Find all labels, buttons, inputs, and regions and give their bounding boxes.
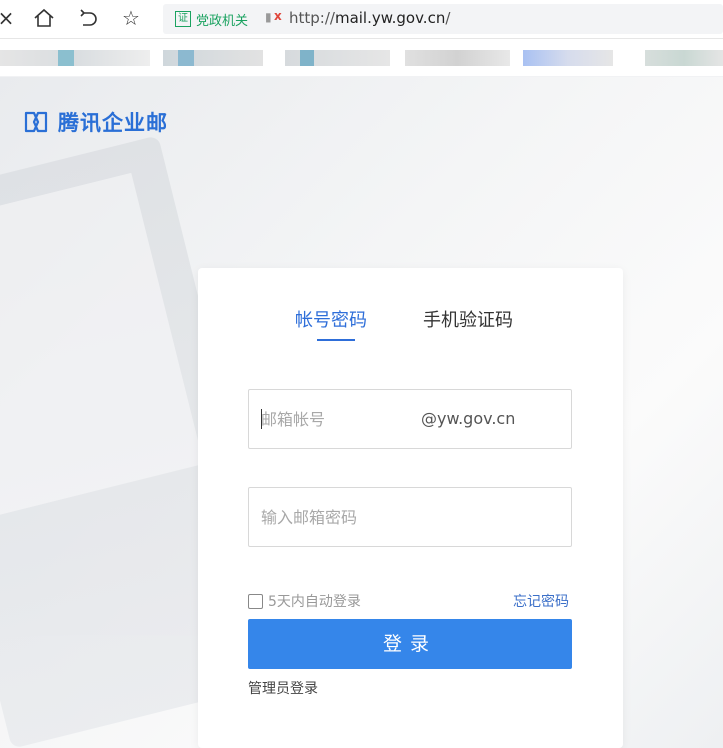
- bookmark-icon: [300, 50, 314, 66]
- url-suffix: /: [445, 9, 451, 27]
- login-card: 帐号密码 手机验证码 @yw.gov.cn 5天内自动登录 忘记密码 登录 管理…: [198, 268, 623, 748]
- forgot-password-link[interactable]: 忘记密码: [513, 591, 569, 611]
- password-field[interactable]: [248, 487, 572, 547]
- login-button[interactable]: 登录: [248, 619, 572, 669]
- tencent-exmail-logo[interactable]: 腾讯企业邮: [24, 107, 168, 137]
- lock-icon: ▮: [265, 10, 272, 24]
- password-input[interactable]: [261, 488, 561, 546]
- account-domain-suffix: @yw.gov.cn: [421, 409, 516, 428]
- bookmark-item[interactable]: [523, 50, 613, 66]
- bookmarks-bar: [0, 39, 723, 76]
- active-tab-indicator: [317, 339, 355, 341]
- auto-login-checkbox[interactable]: [248, 593, 263, 609]
- browser-toolbar: × ☆ 证 党政机关 ▮ x http://mail.yw.gov.cn/: [0, 0, 723, 39]
- logo-text: 腾讯企业邮: [58, 111, 168, 135]
- insecure-icon: x: [274, 9, 282, 23]
- bookmark-item[interactable]: [645, 50, 723, 66]
- logo-mark-icon: [24, 111, 48, 133]
- url-prefix: http://: [289, 9, 335, 27]
- close-icon[interactable]: ×: [0, 6, 18, 30]
- home-icon[interactable]: [32, 6, 56, 30]
- auto-login-label: 5天内自动登录: [268, 594, 361, 610]
- bookmark-item[interactable]: [405, 50, 510, 66]
- undo-icon[interactable]: [76, 6, 100, 30]
- tab-sms-code[interactable]: 手机验证码: [423, 306, 513, 332]
- login-page: 腾讯企业邮 帐号密码 手机验证码 @yw.gov.cn 5天内自动登录 忘记密码…: [0, 77, 723, 748]
- address-bar[interactable]: 证 党政机关 ▮ x http://mail.yw.gov.cn/: [163, 4, 723, 34]
- background-laptop-screen: [0, 172, 204, 520]
- url-host: mail.yw.gov.cn: [334, 9, 446, 27]
- certificate-icon: 证: [175, 11, 191, 27]
- url-text[interactable]: http://mail.yw.gov.cn/: [289, 9, 450, 27]
- bookmark-icon: [178, 50, 194, 66]
- account-input[interactable]: [261, 390, 416, 448]
- certificate-label: 党政机关: [196, 14, 249, 29]
- account-field[interactable]: @yw.gov.cn: [248, 389, 572, 449]
- bookmark-item[interactable]: [0, 50, 150, 66]
- tab-account-password[interactable]: 帐号密码: [295, 306, 367, 332]
- star-icon[interactable]: ☆: [119, 6, 143, 30]
- bookmark-icon: [58, 50, 74, 66]
- admin-login-link[interactable]: 管理员登录: [248, 678, 318, 698]
- auto-login-option[interactable]: 5天内自动登录: [248, 591, 361, 611]
